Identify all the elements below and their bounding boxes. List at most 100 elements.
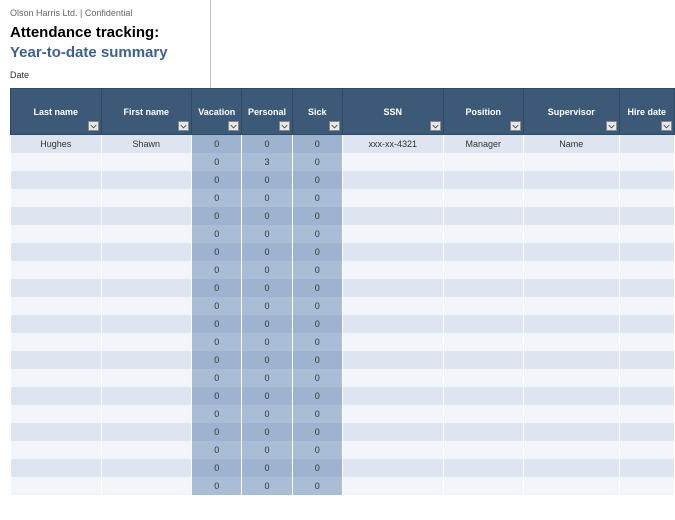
filter-icon[interactable] — [606, 121, 617, 131]
cell-hiredate[interactable] — [619, 153, 674, 171]
cell-personal[interactable]: 0 — [242, 477, 292, 495]
cell-hiredate[interactable] — [619, 189, 674, 207]
col-header-lastname[interactable]: Last name — [11, 89, 102, 135]
cell-firstname[interactable] — [101, 423, 192, 441]
cell-position[interactable] — [443, 405, 523, 423]
cell-lastname[interactable] — [11, 351, 102, 369]
cell-position[interactable] — [443, 459, 523, 477]
cell-hiredate[interactable] — [619, 243, 674, 261]
cell-supervisor[interactable] — [524, 171, 620, 189]
cell-sick[interactable]: 0 — [292, 189, 342, 207]
cell-lastname[interactable] — [11, 279, 102, 297]
col-header-sick[interactable]: Sick — [292, 89, 342, 135]
cell-supervisor[interactable] — [524, 441, 620, 459]
cell-supervisor[interactable] — [524, 153, 620, 171]
cell-hiredate[interactable] — [619, 459, 674, 477]
cell-vacation[interactable]: 0 — [192, 153, 242, 171]
cell-firstname[interactable] — [101, 243, 192, 261]
cell-sick[interactable]: 0 — [292, 297, 342, 315]
cell-firstname[interactable] — [101, 207, 192, 225]
cell-hiredate[interactable] — [619, 387, 674, 405]
cell-personal[interactable]: 0 — [242, 423, 292, 441]
cell-firstname[interactable] — [101, 171, 192, 189]
col-header-hiredate[interactable]: Hire date — [619, 89, 674, 135]
cell-personal[interactable]: 0 — [242, 261, 292, 279]
cell-position[interactable] — [443, 225, 523, 243]
cell-position[interactable] — [443, 315, 523, 333]
col-header-personal[interactable]: Personal — [242, 89, 292, 135]
cell-sick[interactable]: 0 — [292, 225, 342, 243]
cell-hiredate[interactable] — [619, 207, 674, 225]
cell-firstname[interactable] — [101, 297, 192, 315]
cell-supervisor[interactable] — [524, 261, 620, 279]
cell-vacation[interactable]: 0 — [192, 243, 242, 261]
cell-vacation[interactable]: 0 — [192, 135, 242, 153]
cell-lastname[interactable] — [11, 189, 102, 207]
cell-supervisor[interactable] — [524, 423, 620, 441]
cell-vacation[interactable]: 0 — [192, 477, 242, 495]
cell-vacation[interactable]: 0 — [192, 387, 242, 405]
cell-sick[interactable]: 0 — [292, 351, 342, 369]
cell-vacation[interactable]: 0 — [192, 423, 242, 441]
cell-lastname[interactable] — [11, 261, 102, 279]
cell-hiredate[interactable] — [619, 315, 674, 333]
cell-hiredate[interactable] — [619, 171, 674, 189]
cell-sick[interactable]: 0 — [292, 441, 342, 459]
cell-position[interactable] — [443, 333, 523, 351]
cell-lastname[interactable]: Hughes — [11, 135, 102, 153]
cell-lastname[interactable] — [11, 225, 102, 243]
cell-ssn[interactable] — [342, 405, 443, 423]
cell-supervisor[interactable]: Name — [524, 135, 620, 153]
cell-personal[interactable]: 0 — [242, 405, 292, 423]
cell-position[interactable] — [443, 369, 523, 387]
filter-icon[interactable] — [430, 121, 441, 131]
cell-firstname[interactable] — [101, 477, 192, 495]
cell-sick[interactable]: 0 — [292, 459, 342, 477]
cell-personal[interactable]: 0 — [242, 225, 292, 243]
cell-supervisor[interactable] — [524, 315, 620, 333]
cell-lastname[interactable] — [11, 405, 102, 423]
cell-sick[interactable]: 0 — [292, 387, 342, 405]
filter-icon[interactable] — [178, 121, 189, 131]
cell-lastname[interactable] — [11, 423, 102, 441]
cell-vacation[interactable]: 0 — [192, 333, 242, 351]
cell-personal[interactable]: 0 — [242, 459, 292, 477]
cell-vacation[interactable]: 0 — [192, 441, 242, 459]
cell-hiredate[interactable] — [619, 261, 674, 279]
filter-icon[interactable] — [88, 121, 99, 131]
cell-firstname[interactable] — [101, 333, 192, 351]
cell-position[interactable] — [443, 153, 523, 171]
filter-icon[interactable] — [228, 121, 239, 131]
cell-personal[interactable]: 0 — [242, 279, 292, 297]
cell-firstname[interactable] — [101, 351, 192, 369]
cell-supervisor[interactable] — [524, 207, 620, 225]
cell-hiredate[interactable] — [619, 351, 674, 369]
cell-firstname[interactable] — [101, 189, 192, 207]
cell-position[interactable] — [443, 207, 523, 225]
cell-lastname[interactable] — [11, 459, 102, 477]
cell-ssn[interactable] — [342, 297, 443, 315]
cell-personal[interactable]: 0 — [242, 207, 292, 225]
filter-icon[interactable] — [279, 121, 290, 131]
cell-hiredate[interactable] — [619, 477, 674, 495]
cell-supervisor[interactable] — [524, 387, 620, 405]
cell-position[interactable] — [443, 423, 523, 441]
filter-icon[interactable] — [661, 121, 672, 131]
cell-firstname[interactable] — [101, 279, 192, 297]
col-header-ssn[interactable]: SSN — [342, 89, 443, 135]
cell-firstname[interactable] — [101, 459, 192, 477]
cell-position[interactable] — [443, 297, 523, 315]
cell-ssn[interactable] — [342, 189, 443, 207]
cell-position[interactable] — [443, 243, 523, 261]
cell-ssn[interactable] — [342, 477, 443, 495]
cell-supervisor[interactable] — [524, 297, 620, 315]
cell-lastname[interactable] — [11, 369, 102, 387]
cell-vacation[interactable]: 0 — [192, 369, 242, 387]
cell-ssn[interactable] — [342, 351, 443, 369]
col-header-firstname[interactable]: First name — [101, 89, 192, 135]
cell-personal[interactable]: 0 — [242, 297, 292, 315]
col-header-vacation[interactable]: Vacation — [192, 89, 242, 135]
cell-personal[interactable]: 0 — [242, 315, 292, 333]
cell-sick[interactable]: 0 — [292, 369, 342, 387]
cell-vacation[interactable]: 0 — [192, 351, 242, 369]
